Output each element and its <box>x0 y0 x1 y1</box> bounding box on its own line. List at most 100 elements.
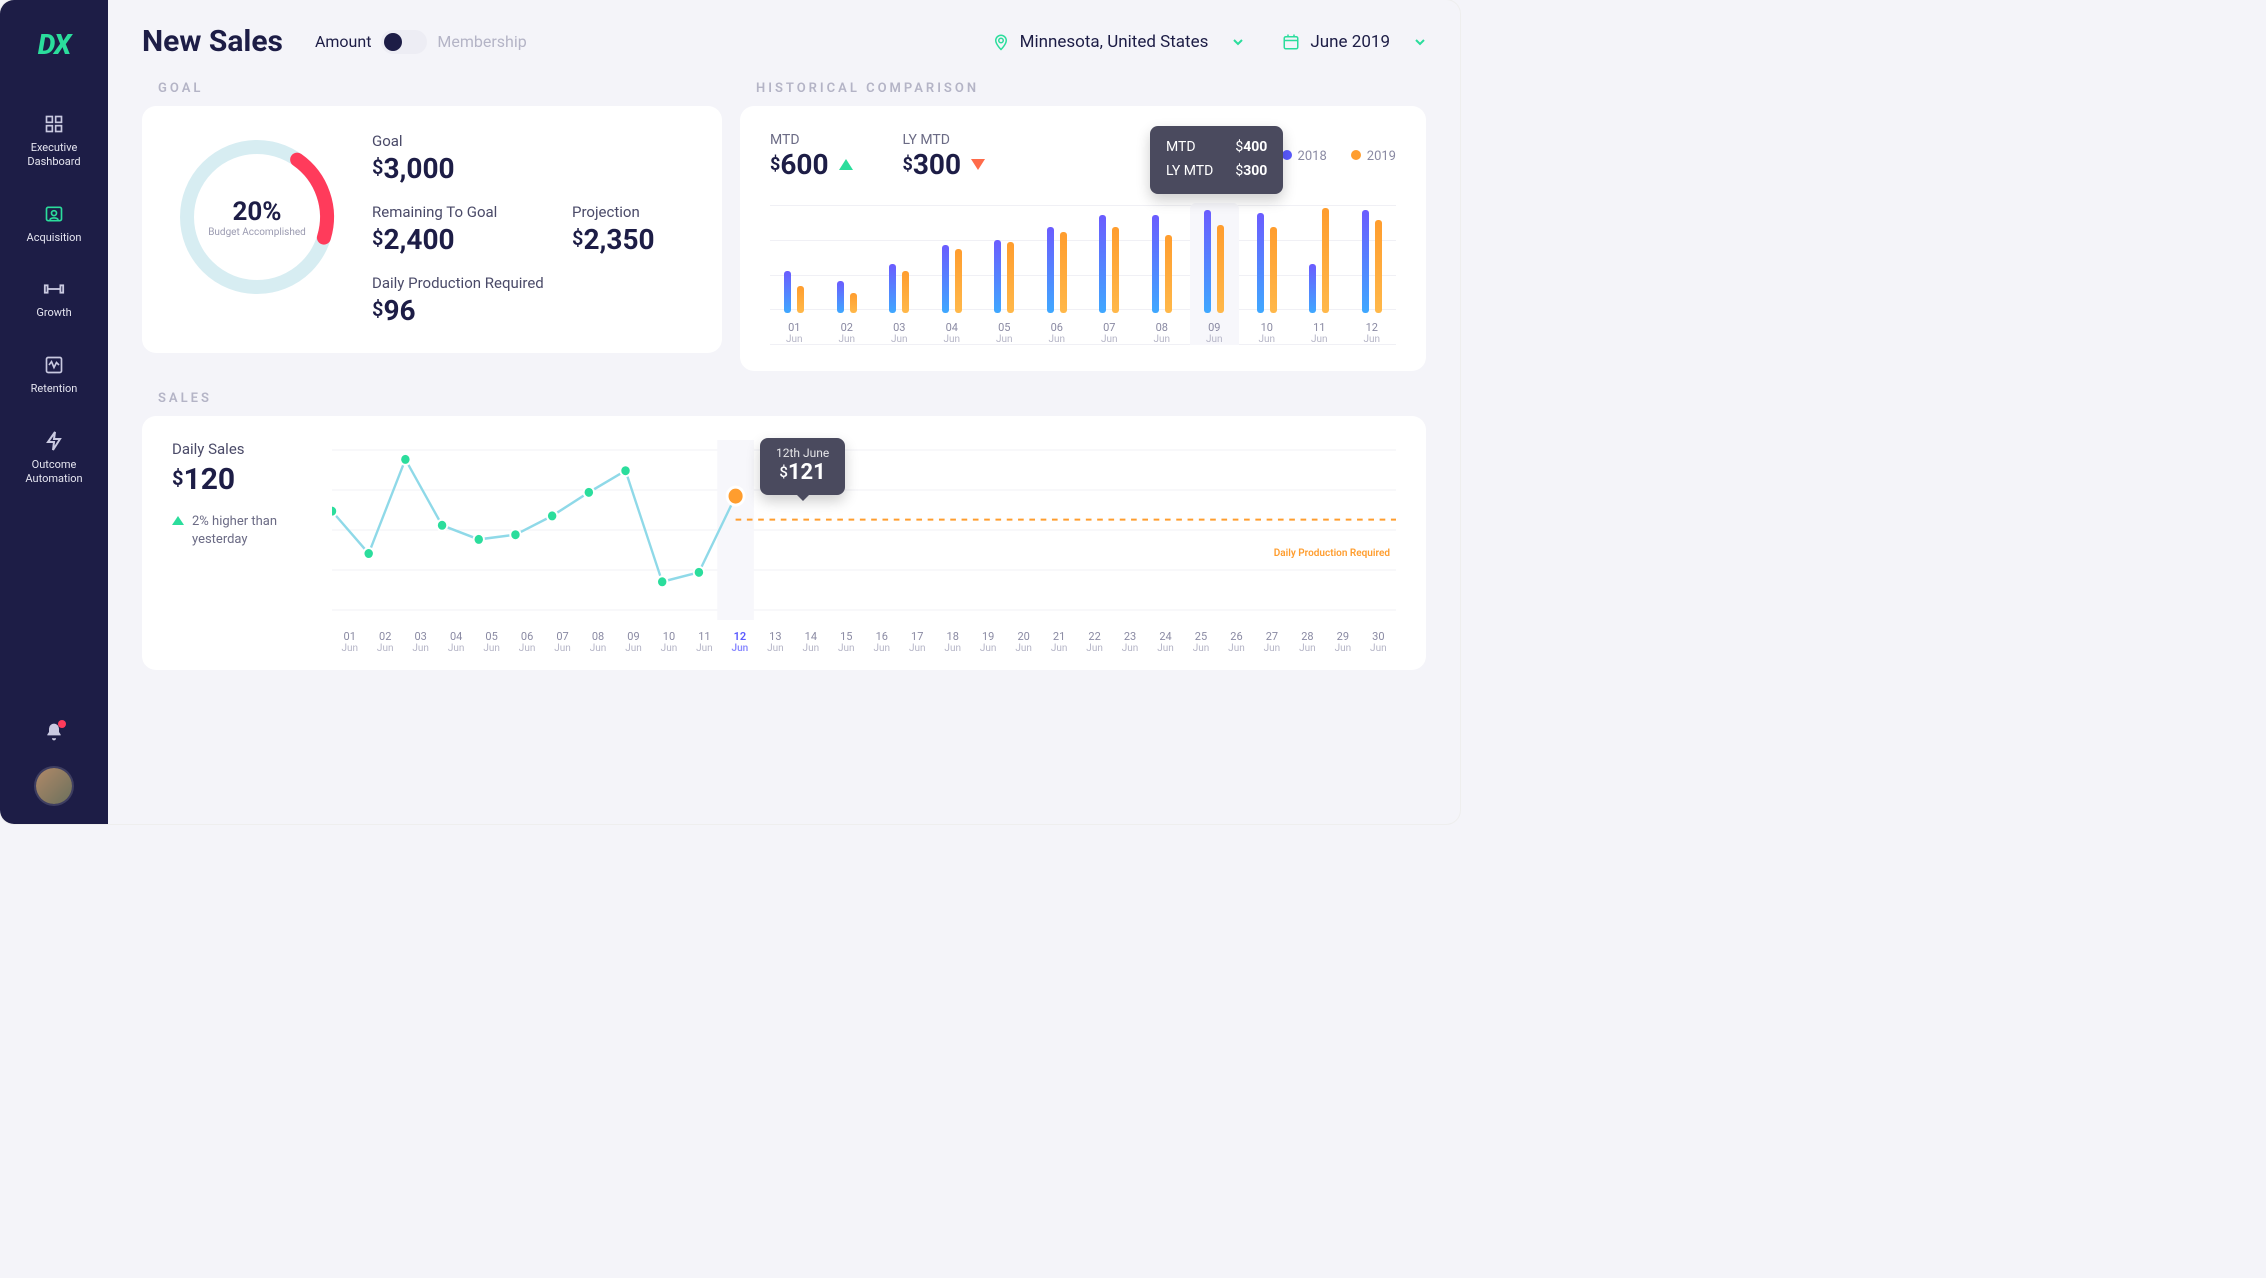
x-tick: 18Jun <box>935 630 970 654</box>
x-tick: 02Jun <box>367 630 402 654</box>
x-tick: 06Jun <box>1048 321 1065 345</box>
bar <box>942 245 949 313</box>
bar <box>1204 210 1211 313</box>
x-tick: 27Jun <box>1254 630 1289 654</box>
daily-sales-label: Daily Sales <box>172 440 302 458</box>
bar-group[interactable]: 02Jun <box>823 203 872 345</box>
x-tick: 17Jun <box>900 630 935 654</box>
trend-up-icon <box>839 159 853 170</box>
bar <box>1375 220 1382 313</box>
x-tick: 02Jun <box>838 321 855 345</box>
bar <box>955 249 962 313</box>
sidebar-item-outcome-automation[interactable]: Outcome Automation <box>0 426 108 490</box>
page-title: New Sales <box>142 24 283 59</box>
bar <box>1270 227 1277 313</box>
x-tick: 07Jun <box>545 630 580 654</box>
stat-remaining: Remaining To Goal $2,400 <box>372 203 562 256</box>
bar-group[interactable]: 07Jun <box>1085 203 1134 345</box>
stat-label: Remaining To Goal <box>372 203 562 221</box>
user-plus-icon <box>43 203 65 225</box>
x-tick: 09Jun <box>616 630 651 654</box>
map-pin-icon <box>992 33 1010 51</box>
sales-column: SALES Daily Sales $120 2% higher than ye… <box>142 391 1426 670</box>
stat-label: Projection <box>572 203 655 221</box>
x-tick: 03Jun <box>891 321 908 345</box>
stat-projection: Projection $2,350 <box>572 203 655 256</box>
sidebar-item-retention[interactable]: Retention <box>0 350 108 400</box>
brand-logo: DX <box>38 28 71 61</box>
sidebar-item-label: Acquisition <box>27 231 82 245</box>
bar-group[interactable]: 06Jun <box>1033 203 1082 345</box>
x-tick: 14Jun <box>793 630 828 654</box>
stat-value: $2,350 <box>572 223 655 256</box>
sales-line-chart[interactable]: 12th June $121 Daily Production Required… <box>332 440 1396 650</box>
x-tick: 21Jun <box>1041 630 1076 654</box>
goal-donut: 20% Budget Accomplished <box>172 132 342 302</box>
bar-group[interactable]: 09Jun <box>1190 203 1239 345</box>
user-avatar[interactable] <box>36 768 72 804</box>
x-tick: 11Jun <box>687 630 722 654</box>
period-picker[interactable]: June 2019 <box>1282 32 1426 52</box>
bar-group[interactable]: 05Jun <box>980 203 1029 345</box>
sidebar-item-acquisition[interactable]: Acquisition <box>0 199 108 249</box>
chart-tooltip: MTD$400 LY MTD$300 <box>1150 126 1283 194</box>
grid-icon <box>43 113 65 135</box>
toggle-switch[interactable] <box>381 30 427 54</box>
x-tick: 08Jun <box>580 630 615 654</box>
x-tick: 05Jun <box>996 321 1013 345</box>
sales-summary: Daily Sales $120 2% higher than yesterda… <box>172 440 302 650</box>
bar <box>1309 264 1316 313</box>
bar <box>1112 227 1119 313</box>
x-tick: 16Jun <box>864 630 899 654</box>
x-tick: 23Jun <box>1112 630 1147 654</box>
metric-mtd: MTD $600 <box>770 132 853 181</box>
metric-label: MTD <box>770 132 853 148</box>
chart-tooltip: 12th June $121 <box>760 438 845 495</box>
bar-group[interactable]: 10Jun <box>1243 203 1292 345</box>
top-bar-right: Minnesota, United States June 2019 <box>992 32 1426 52</box>
chart-legend: 2018 2019 <box>1282 149 1396 164</box>
bar <box>1217 225 1224 313</box>
sidebar-item-label: Outcome Automation <box>4 458 104 486</box>
stat-value: $3,000 <box>372 152 562 185</box>
bar <box>994 240 1001 313</box>
x-tick: 12Jun <box>722 630 757 654</box>
bar-group[interactable]: 12Jun <box>1348 203 1397 345</box>
sidebar-item-label: Executive Dashboard <box>4 141 104 169</box>
section-label-historical: HISTORICAL COMPARISON <box>756 81 1426 96</box>
x-tick: 04Jun <box>943 321 960 345</box>
bar-group[interactable]: 04Jun <box>928 203 977 345</box>
x-tick: 04Jun <box>438 630 473 654</box>
stat-daily-prod: Daily Production Required $96 <box>372 274 655 327</box>
sidebar-item-growth[interactable]: Growth <box>0 274 108 324</box>
bar-group[interactable]: 08Jun <box>1138 203 1187 345</box>
metric-value: $300 <box>903 148 962 181</box>
donut-center: 20% Budget Accomplished <box>172 132 342 302</box>
location-picker[interactable]: Minnesota, United States <box>992 32 1245 52</box>
bar-group[interactable]: 01Jun <box>770 203 819 345</box>
goal-card: 20% Budget Accomplished Goal $3,000 Rema… <box>142 106 722 353</box>
x-tick: 12Jun <box>1363 321 1380 345</box>
notifications-button[interactable] <box>44 722 64 746</box>
stat-label: Daily Production Required <box>372 274 655 292</box>
bar-group[interactable]: 11Jun <box>1295 203 1344 345</box>
sidebar-nav: Executive Dashboard Acquisition Growth R… <box>0 109 108 489</box>
sidebar-item-executive-dashboard[interactable]: Executive Dashboard <box>0 109 108 173</box>
stat-label: Goal <box>372 132 562 150</box>
trend-down-icon <box>971 159 985 170</box>
legend-item: 2019 <box>1351 149 1396 164</box>
bar <box>889 264 896 313</box>
x-tick: 11Jun <box>1311 321 1328 345</box>
goal-stats: Goal $3,000 Remaining To Goal $2,400 Pro… <box>372 132 655 327</box>
bar-group[interactable]: 03Jun <box>875 203 924 345</box>
period-text: June 2019 <box>1310 32 1390 52</box>
bar <box>1322 208 1329 313</box>
goal-percent: 20% <box>232 197 281 227</box>
x-tick: 01Jun <box>786 321 803 345</box>
historical-top: MTD $600 LY MTD $300 <box>770 132 1396 181</box>
x-tick: 06Jun <box>509 630 544 654</box>
bar <box>784 271 791 313</box>
activity-icon <box>43 354 65 376</box>
historical-bar-chart[interactable]: 01Jun 02Jun 03Jun 04Jun 05Jun 06Jun 07Jun08Jun… <box>770 205 1396 345</box>
chevron-down-icon <box>1232 36 1244 48</box>
